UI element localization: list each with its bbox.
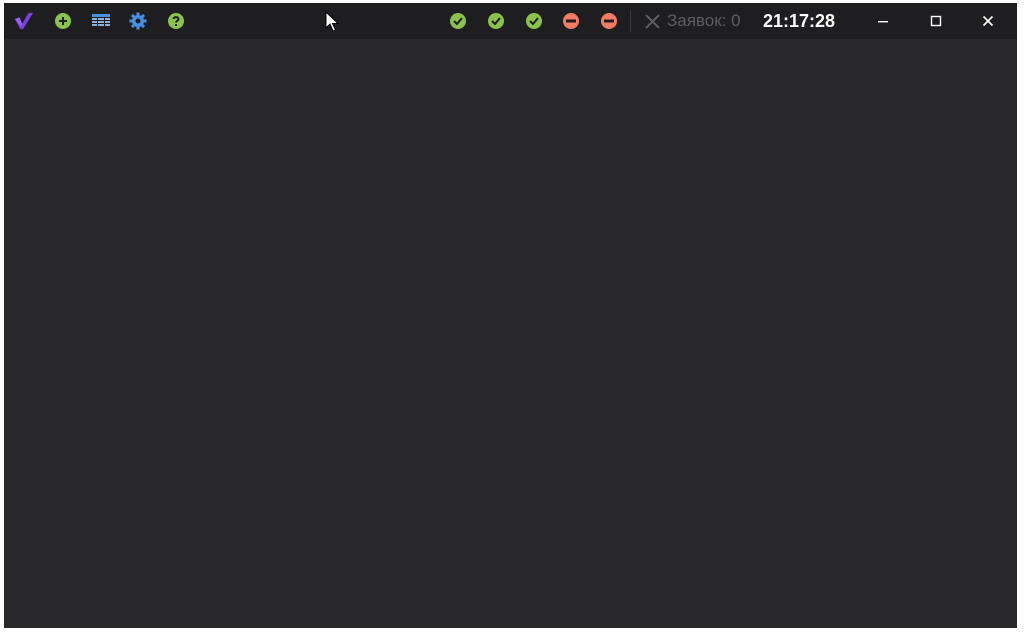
toolbar-separator	[630, 10, 631, 32]
maximize-button[interactable]	[921, 9, 951, 33]
settings-button[interactable]	[128, 11, 148, 31]
requests-label: Заявок: 0	[667, 11, 741, 30]
help-button[interactable]	[166, 11, 186, 31]
status-indicator-error[interactable]	[601, 13, 617, 29]
help-icon	[168, 13, 184, 29]
cross-icon	[645, 13, 660, 29]
check-icon	[491, 17, 501, 25]
title-bar: Заявок: 0 21:17:28	[4, 3, 1017, 39]
status-indicator-ok[interactable]	[488, 13, 504, 29]
check-icon	[453, 17, 463, 25]
minus-icon	[566, 19, 576, 23]
settings-icon	[129, 12, 147, 30]
close-icon	[982, 15, 994, 27]
table-button[interactable]	[91, 11, 111, 31]
status-indicator-error[interactable]	[563, 13, 579, 29]
add-icon	[55, 13, 71, 29]
close-button[interactable]	[973, 9, 1003, 33]
minus-icon	[604, 19, 614, 23]
main-content-area	[4, 39, 1017, 628]
minimize-button[interactable]	[868, 9, 898, 33]
table-icon	[92, 14, 110, 26]
mouse-cursor-icon	[325, 11, 339, 32]
add-button[interactable]	[53, 11, 73, 31]
app-logo-icon[interactable]	[14, 11, 34, 31]
check-icon	[529, 17, 539, 25]
clock: 21:17:28	[763, 11, 836, 31]
status-indicator-ok[interactable]	[450, 13, 466, 29]
app-window: Заявок: 0 21:17:28	[4, 3, 1017, 628]
minimize-icon	[878, 21, 888, 23]
requests-counter[interactable]: Заявок: 0	[644, 11, 741, 30]
maximize-icon	[930, 15, 942, 27]
status-indicator-ok[interactable]	[526, 13, 542, 29]
